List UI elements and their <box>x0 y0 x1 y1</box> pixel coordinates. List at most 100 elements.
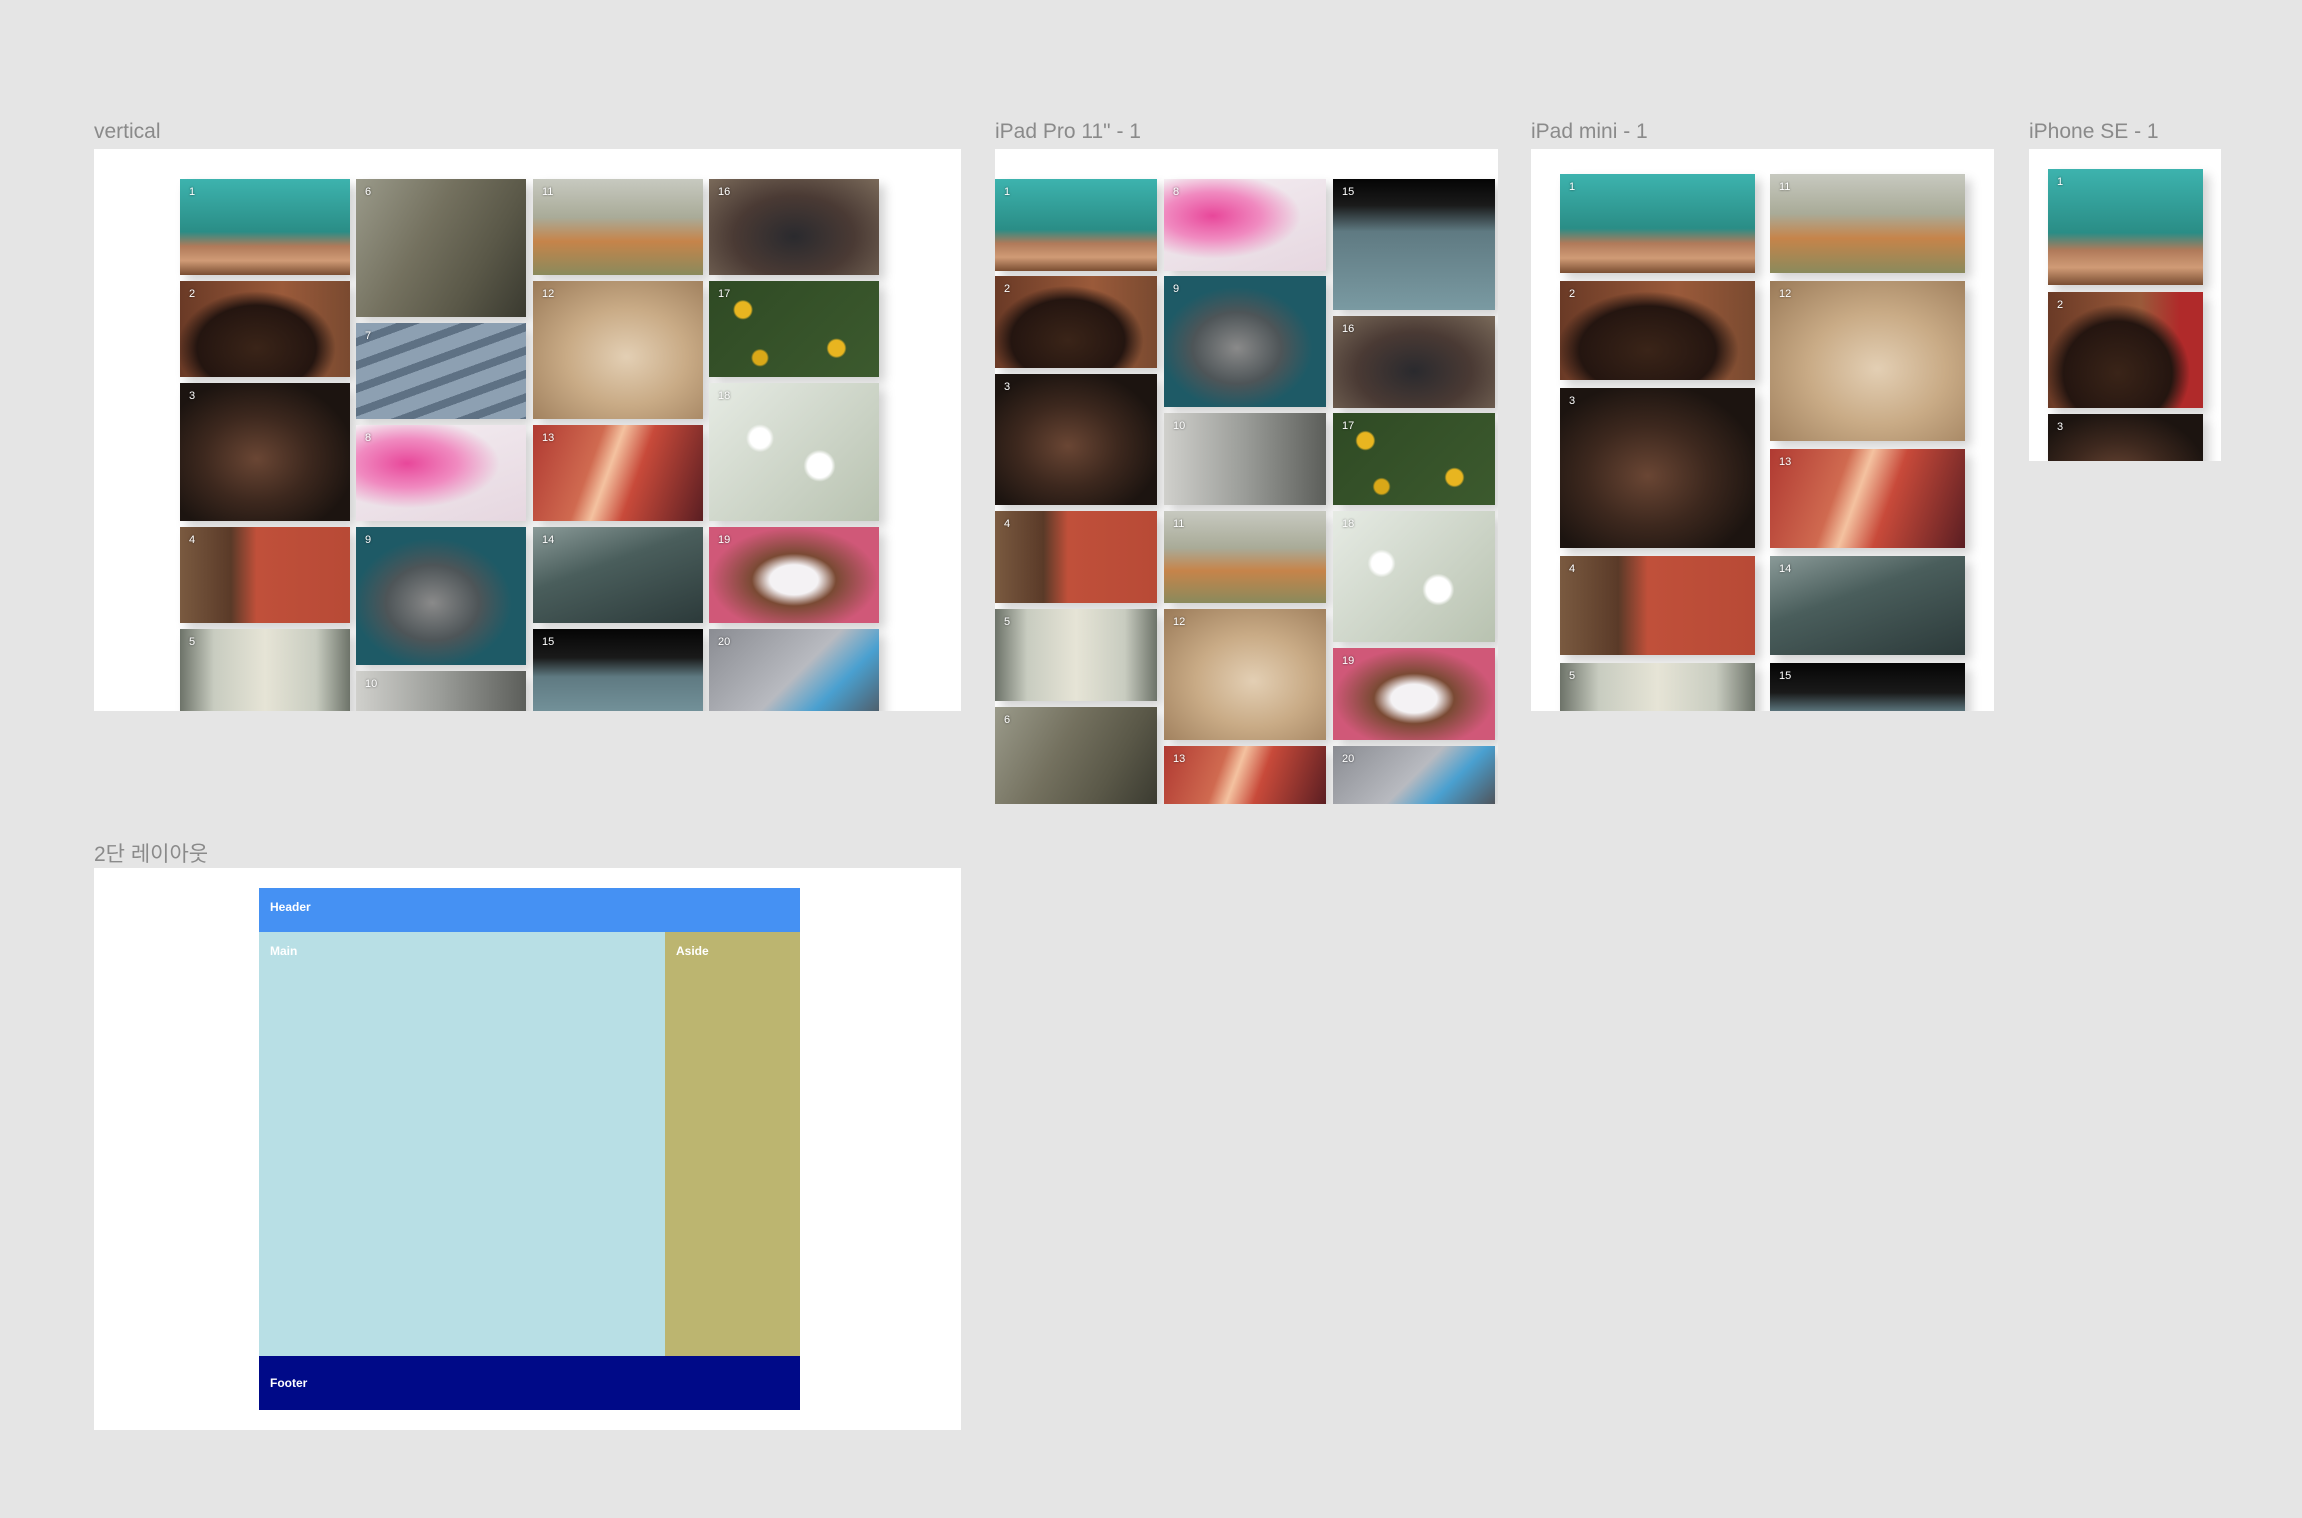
tile-number: 3 <box>1004 381 1011 393</box>
tile-number: 15 <box>1779 670 1792 682</box>
photo-tile-13[interactable]: 13 <box>1164 746 1326 804</box>
frame-vertical[interactable]: 1 2 3 4 5 6 7 8 9 10 11 12 13 14 15 16 1… <box>94 149 961 711</box>
tile-number: 16 <box>718 186 731 198</box>
layout-header[interactable]: Header <box>259 888 800 932</box>
tile-number: 11 <box>1779 181 1791 193</box>
photo-tile-6[interactable]: 6 <box>356 179 526 317</box>
photo-tile-13[interactable]: 13 <box>1770 449 1965 548</box>
photo-tile-13[interactable]: 13 <box>533 425 703 521</box>
photo-tile-6[interactable]: 6 <box>995 707 1157 804</box>
photo-tile-9[interactable]: 9 <box>356 527 526 665</box>
tile-number: 8 <box>365 432 372 444</box>
photo-tile-18[interactable]: 18 <box>709 383 879 521</box>
photo-tile-16[interactable]: 16 <box>709 179 879 275</box>
tile-number: 17 <box>718 288 731 300</box>
photo-tile-9[interactable]: 9 <box>1164 276 1326 407</box>
tile-number: 7 <box>365 330 372 342</box>
photo-tile-10[interactable]: 10 <box>356 671 526 711</box>
frame-two-column-layout[interactable]: Header Main Aside Footer <box>94 868 961 1430</box>
layout-main[interactable]: Main <box>259 932 665 1356</box>
frame-ipad-pro[interactable]: 1 2 3 4 5 6 8 9 10 11 12 13 15 16 17 18 … <box>995 149 1498 804</box>
photo-tile-15[interactable]: 15 <box>533 629 703 711</box>
tile-number: 15 <box>1342 186 1355 198</box>
tile-number: 6 <box>1004 714 1011 726</box>
layout-aside[interactable]: Aside <box>665 932 800 1356</box>
tile-number: 5 <box>1004 616 1011 628</box>
photo-tile-12[interactable]: 12 <box>1164 609 1326 740</box>
tile-number: 5 <box>189 636 196 648</box>
photo-tile-8[interactable]: 8 <box>1164 179 1326 271</box>
photo-tile-1[interactable]: 1 <box>180 179 350 275</box>
photo-tile-7[interactable]: 7 <box>356 323 526 419</box>
photo-tile-2[interactable]: 2 <box>1560 281 1755 380</box>
photo-tile-17[interactable]: 17 <box>709 281 879 377</box>
photo-tile-11[interactable]: 11 <box>1164 511 1326 603</box>
photo-tile-3[interactable]: 3 <box>2048 414 2203 461</box>
photo-tile-8[interactable]: 8 <box>356 425 526 521</box>
tile-number: 12 <box>542 288 555 300</box>
photo-tile-18[interactable]: 18 <box>1333 511 1495 642</box>
frame-label-vertical: vertical <box>94 120 161 143</box>
tile-number: 5 <box>1569 670 1576 682</box>
layout-header-label: Header <box>270 900 311 914</box>
tile-number: 20 <box>718 636 731 648</box>
photo-tile-2[interactable]: 2 <box>995 276 1157 368</box>
tile-number: 2 <box>1004 283 1011 295</box>
photo-tile-10[interactable]: 10 <box>1164 413 1326 505</box>
photo-tile-14[interactable]: 14 <box>533 527 703 623</box>
photo-tile-3[interactable]: 3 <box>1560 388 1755 548</box>
tile-number: 9 <box>365 534 372 546</box>
photo-tile-15[interactable]: 15 <box>1770 663 1965 711</box>
tile-number: 13 <box>1779 456 1792 468</box>
tile-number: 1 <box>2057 176 2064 188</box>
photo-tile-3[interactable]: 3 <box>995 374 1157 505</box>
photo-tile-19[interactable]: 19 <box>1333 648 1495 740</box>
photo-tile-4[interactable]: 4 <box>180 527 350 623</box>
tile-number: 17 <box>1342 420 1355 432</box>
layout-footer[interactable]: Footer <box>259 1356 800 1410</box>
frame-label-iphone-se: iPhone SE - 1 <box>2029 120 2159 143</box>
photo-tile-4[interactable]: 4 <box>995 511 1157 603</box>
tile-number: 9 <box>1173 283 1180 295</box>
photo-tile-17[interactable]: 17 <box>1333 413 1495 505</box>
photo-tile-16[interactable]: 16 <box>1333 316 1495 408</box>
tile-number: 18 <box>718 390 731 402</box>
photo-tile-3[interactable]: 3 <box>180 383 350 521</box>
photo-tile-5[interactable]: 5 <box>995 609 1157 701</box>
photo-tile-2[interactable]: 2 <box>2048 292 2203 408</box>
tile-number: 11 <box>542 186 554 198</box>
photo-tile-11[interactable]: 11 <box>533 179 703 275</box>
photo-tile-20[interactable]: 20 <box>709 629 879 711</box>
photo-tile-15[interactable]: 15 <box>1333 179 1495 310</box>
tile-number: 1 <box>189 186 196 198</box>
layout-footer-label: Footer <box>270 1376 308 1390</box>
frame-ipad-mini[interactable]: 1 2 3 4 5 11 12 13 14 15 <box>1531 149 1994 711</box>
photo-tile-11[interactable]: 11 <box>1770 174 1965 273</box>
photo-tile-1[interactable]: 1 <box>2048 169 2203 285</box>
photo-tile-12[interactable]: 12 <box>533 281 703 419</box>
tile-number: 14 <box>542 534 555 546</box>
tile-number: 18 <box>1342 518 1355 530</box>
photo-tile-2[interactable]: 2 <box>180 281 350 377</box>
tile-number: 13 <box>542 432 555 444</box>
photo-tile-4[interactable]: 4 <box>1560 556 1755 655</box>
frame-label-ipad-mini: iPad mini - 1 <box>1531 120 1648 143</box>
photo-tile-5[interactable]: 5 <box>180 629 350 711</box>
photo-tile-12[interactable]: 12 <box>1770 281 1965 441</box>
tile-number: 1 <box>1569 181 1576 193</box>
tile-number: 2 <box>1569 288 1576 300</box>
photo-tile-5[interactable]: 5 <box>1560 663 1755 711</box>
photo-tile-14[interactable]: 14 <box>1770 556 1965 655</box>
photo-tile-1[interactable]: 1 <box>995 179 1157 271</box>
tile-number: 6 <box>365 186 372 198</box>
layout-main-label: Main <box>270 944 298 958</box>
tile-number: 15 <box>542 636 555 648</box>
photo-tile-19[interactable]: 19 <box>709 527 879 623</box>
tile-number: 2 <box>2057 299 2064 311</box>
tile-number: 3 <box>189 390 196 402</box>
tile-number: 16 <box>1342 323 1355 335</box>
photo-tile-1[interactable]: 1 <box>1560 174 1755 273</box>
photo-tile-20[interactable]: 20 <box>1333 746 1495 804</box>
tile-number: 13 <box>1173 753 1186 765</box>
frame-iphone-se[interactable]: 1 2 3 <box>2029 149 2221 461</box>
